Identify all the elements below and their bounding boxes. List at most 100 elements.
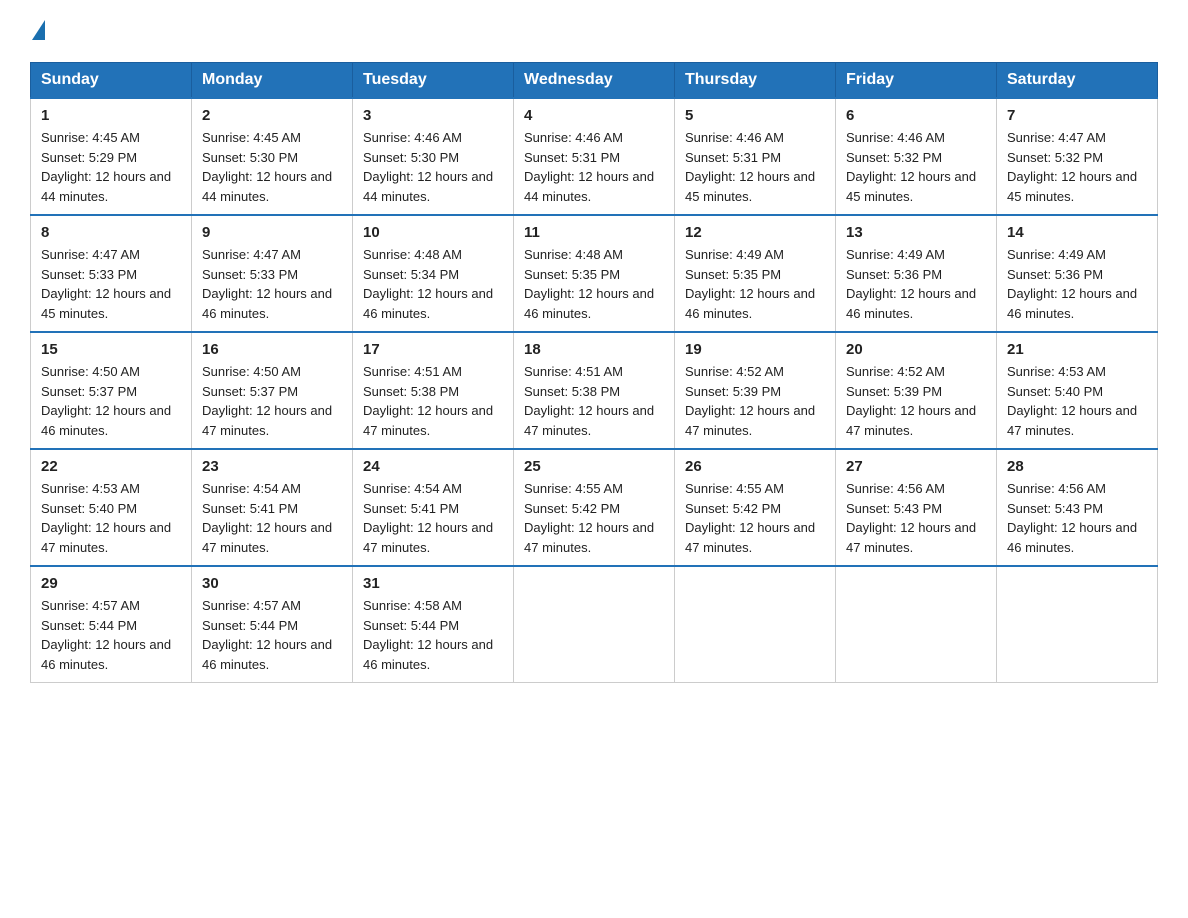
calendar-cell: 25 Sunrise: 4:55 AMSunset: 5:42 PMDaylig… xyxy=(514,449,675,566)
weekday-header-monday: Monday xyxy=(192,63,353,99)
calendar-cell: 29 Sunrise: 4:57 AMSunset: 5:44 PMDaylig… xyxy=(31,566,192,683)
day-info: Sunrise: 4:53 AMSunset: 5:40 PMDaylight:… xyxy=(41,481,171,555)
day-number: 3 xyxy=(363,107,503,124)
calendar-cell: 20 Sunrise: 4:52 AMSunset: 5:39 PMDaylig… xyxy=(836,332,997,449)
calendar-cell: 10 Sunrise: 4:48 AMSunset: 5:34 PMDaylig… xyxy=(353,215,514,332)
day-number: 31 xyxy=(363,575,503,592)
calendar-cell: 28 Sunrise: 4:56 AMSunset: 5:43 PMDaylig… xyxy=(997,449,1158,566)
day-number: 17 xyxy=(363,341,503,358)
calendar-cell: 3 Sunrise: 4:46 AMSunset: 5:30 PMDayligh… xyxy=(353,98,514,215)
day-info: Sunrise: 4:49 AMSunset: 5:36 PMDaylight:… xyxy=(1007,247,1137,321)
weekday-header-sunday: Sunday xyxy=(31,63,192,99)
day-number: 21 xyxy=(1007,341,1147,358)
day-info: Sunrise: 4:55 AMSunset: 5:42 PMDaylight:… xyxy=(524,481,654,555)
calendar-cell: 12 Sunrise: 4:49 AMSunset: 5:35 PMDaylig… xyxy=(675,215,836,332)
day-number: 18 xyxy=(524,341,664,358)
weekday-header-wednesday: Wednesday xyxy=(514,63,675,99)
calendar-week-row: 15 Sunrise: 4:50 AMSunset: 5:37 PMDaylig… xyxy=(31,332,1158,449)
day-info: Sunrise: 4:48 AMSunset: 5:34 PMDaylight:… xyxy=(363,247,493,321)
day-info: Sunrise: 4:50 AMSunset: 5:37 PMDaylight:… xyxy=(41,364,171,438)
weekday-header-saturday: Saturday xyxy=(997,63,1158,99)
day-info: Sunrise: 4:54 AMSunset: 5:41 PMDaylight:… xyxy=(202,481,332,555)
day-number: 11 xyxy=(524,224,664,241)
calendar-cell: 19 Sunrise: 4:52 AMSunset: 5:39 PMDaylig… xyxy=(675,332,836,449)
day-info: Sunrise: 4:49 AMSunset: 5:36 PMDaylight:… xyxy=(846,247,976,321)
day-number: 12 xyxy=(685,224,825,241)
day-info: Sunrise: 4:56 AMSunset: 5:43 PMDaylight:… xyxy=(1007,481,1137,555)
day-number: 13 xyxy=(846,224,986,241)
day-info: Sunrise: 4:51 AMSunset: 5:38 PMDaylight:… xyxy=(363,364,493,438)
day-info: Sunrise: 4:46 AMSunset: 5:31 PMDaylight:… xyxy=(524,130,654,204)
day-number: 8 xyxy=(41,224,181,241)
calendar-cell xyxy=(514,566,675,683)
calendar-week-row: 29 Sunrise: 4:57 AMSunset: 5:44 PMDaylig… xyxy=(31,566,1158,683)
calendar-cell: 14 Sunrise: 4:49 AMSunset: 5:36 PMDaylig… xyxy=(997,215,1158,332)
day-number: 28 xyxy=(1007,458,1147,475)
day-number: 22 xyxy=(41,458,181,475)
day-number: 4 xyxy=(524,107,664,124)
day-info: Sunrise: 4:47 AMSunset: 5:32 PMDaylight:… xyxy=(1007,130,1137,204)
day-info: Sunrise: 4:45 AMSunset: 5:29 PMDaylight:… xyxy=(41,130,171,204)
day-number: 30 xyxy=(202,575,342,592)
day-info: Sunrise: 4:45 AMSunset: 5:30 PMDaylight:… xyxy=(202,130,332,204)
day-info: Sunrise: 4:52 AMSunset: 5:39 PMDaylight:… xyxy=(685,364,815,438)
calendar-cell: 9 Sunrise: 4:47 AMSunset: 5:33 PMDayligh… xyxy=(192,215,353,332)
day-number: 10 xyxy=(363,224,503,241)
calendar-cell xyxy=(836,566,997,683)
calendar-cell: 30 Sunrise: 4:57 AMSunset: 5:44 PMDaylig… xyxy=(192,566,353,683)
calendar-cell: 21 Sunrise: 4:53 AMSunset: 5:40 PMDaylig… xyxy=(997,332,1158,449)
day-info: Sunrise: 4:46 AMSunset: 5:30 PMDaylight:… xyxy=(363,130,493,204)
day-info: Sunrise: 4:52 AMSunset: 5:39 PMDaylight:… xyxy=(846,364,976,438)
weekday-header-row: SundayMondayTuesdayWednesdayThursdayFrid… xyxy=(31,63,1158,99)
day-number: 5 xyxy=(685,107,825,124)
day-info: Sunrise: 4:56 AMSunset: 5:43 PMDaylight:… xyxy=(846,481,976,555)
day-info: Sunrise: 4:54 AMSunset: 5:41 PMDaylight:… xyxy=(363,481,493,555)
day-info: Sunrise: 4:55 AMSunset: 5:42 PMDaylight:… xyxy=(685,481,815,555)
weekday-header-thursday: Thursday xyxy=(675,63,836,99)
weekday-header-tuesday: Tuesday xyxy=(353,63,514,99)
day-number: 15 xyxy=(41,341,181,358)
calendar-table: SundayMondayTuesdayWednesdayThursdayFrid… xyxy=(30,62,1158,683)
day-info: Sunrise: 4:57 AMSunset: 5:44 PMDaylight:… xyxy=(202,598,332,672)
day-number: 29 xyxy=(41,575,181,592)
calendar-cell xyxy=(997,566,1158,683)
calendar-cell: 11 Sunrise: 4:48 AMSunset: 5:35 PMDaylig… xyxy=(514,215,675,332)
calendar-cell: 23 Sunrise: 4:54 AMSunset: 5:41 PMDaylig… xyxy=(192,449,353,566)
page-header xyxy=(30,20,1158,44)
calendar-cell: 13 Sunrise: 4:49 AMSunset: 5:36 PMDaylig… xyxy=(836,215,997,332)
day-info: Sunrise: 4:48 AMSunset: 5:35 PMDaylight:… xyxy=(524,247,654,321)
calendar-cell: 5 Sunrise: 4:46 AMSunset: 5:31 PMDayligh… xyxy=(675,98,836,215)
calendar-cell: 6 Sunrise: 4:46 AMSunset: 5:32 PMDayligh… xyxy=(836,98,997,215)
day-number: 23 xyxy=(202,458,342,475)
calendar-cell: 24 Sunrise: 4:54 AMSunset: 5:41 PMDaylig… xyxy=(353,449,514,566)
calendar-cell: 27 Sunrise: 4:56 AMSunset: 5:43 PMDaylig… xyxy=(836,449,997,566)
calendar-week-row: 8 Sunrise: 4:47 AMSunset: 5:33 PMDayligh… xyxy=(31,215,1158,332)
calendar-cell: 1 Sunrise: 4:45 AMSunset: 5:29 PMDayligh… xyxy=(31,98,192,215)
day-number: 1 xyxy=(41,107,181,124)
logo-triangle-icon xyxy=(32,20,45,40)
day-info: Sunrise: 4:46 AMSunset: 5:31 PMDaylight:… xyxy=(685,130,815,204)
calendar-week-row: 22 Sunrise: 4:53 AMSunset: 5:40 PMDaylig… xyxy=(31,449,1158,566)
day-number: 7 xyxy=(1007,107,1147,124)
calendar-cell: 17 Sunrise: 4:51 AMSunset: 5:38 PMDaylig… xyxy=(353,332,514,449)
day-number: 26 xyxy=(685,458,825,475)
calendar-cell: 16 Sunrise: 4:50 AMSunset: 5:37 PMDaylig… xyxy=(192,332,353,449)
day-number: 24 xyxy=(363,458,503,475)
day-number: 16 xyxy=(202,341,342,358)
calendar-cell: 2 Sunrise: 4:45 AMSunset: 5:30 PMDayligh… xyxy=(192,98,353,215)
calendar-cell: 4 Sunrise: 4:46 AMSunset: 5:31 PMDayligh… xyxy=(514,98,675,215)
day-number: 19 xyxy=(685,341,825,358)
calendar-cell: 31 Sunrise: 4:58 AMSunset: 5:44 PMDaylig… xyxy=(353,566,514,683)
logo xyxy=(30,20,45,44)
calendar-cell: 26 Sunrise: 4:55 AMSunset: 5:42 PMDaylig… xyxy=(675,449,836,566)
day-number: 14 xyxy=(1007,224,1147,241)
day-number: 25 xyxy=(524,458,664,475)
calendar-cell: 8 Sunrise: 4:47 AMSunset: 5:33 PMDayligh… xyxy=(31,215,192,332)
day-number: 9 xyxy=(202,224,342,241)
day-number: 2 xyxy=(202,107,342,124)
calendar-week-row: 1 Sunrise: 4:45 AMSunset: 5:29 PMDayligh… xyxy=(31,98,1158,215)
calendar-cell: 7 Sunrise: 4:47 AMSunset: 5:32 PMDayligh… xyxy=(997,98,1158,215)
calendar-cell: 18 Sunrise: 4:51 AMSunset: 5:38 PMDaylig… xyxy=(514,332,675,449)
day-info: Sunrise: 4:46 AMSunset: 5:32 PMDaylight:… xyxy=(846,130,976,204)
day-info: Sunrise: 4:50 AMSunset: 5:37 PMDaylight:… xyxy=(202,364,332,438)
